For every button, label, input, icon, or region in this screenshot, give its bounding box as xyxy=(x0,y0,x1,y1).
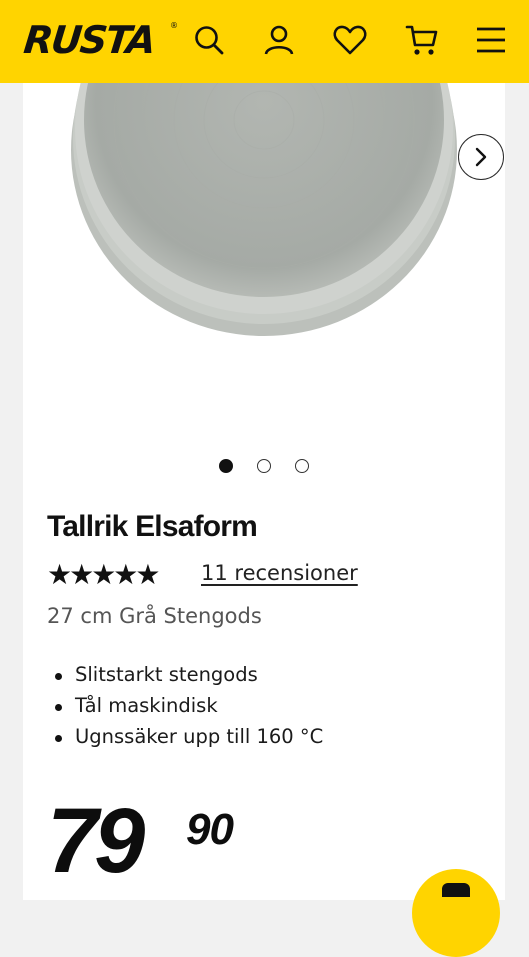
next-image-button[interactable] xyxy=(458,134,504,180)
registered-mark: ® xyxy=(170,21,178,30)
cart-button[interactable] xyxy=(402,20,442,60)
feature-item: Slitstarkt stengods xyxy=(53,660,323,691)
chat-button[interactable] xyxy=(412,869,500,957)
favorites-button[interactable] xyxy=(330,20,370,60)
gallery-dot-1[interactable] xyxy=(219,459,233,473)
menu-button[interactable] xyxy=(471,20,511,60)
site-header: RUSTA ® xyxy=(0,0,529,83)
chat-icon xyxy=(442,883,470,897)
account-button[interactable] xyxy=(259,20,299,60)
reviews-link[interactable]: 11 recensioner xyxy=(201,561,358,585)
gallery-dot-2[interactable] xyxy=(257,459,271,473)
menu-icon xyxy=(477,27,505,53)
feature-item: Ugnssäker upp till 160 °C xyxy=(53,722,323,753)
search-button[interactable] xyxy=(189,20,229,60)
rusta-logo[interactable]: RUSTA xyxy=(22,18,156,62)
product-card: Tallrik Elsaform ★★★★★ 11 recensioner 27… xyxy=(23,0,505,900)
gallery-dot-3[interactable] xyxy=(295,459,309,473)
product-subtitle: 27 cm Grå Stengods xyxy=(47,604,262,628)
gallery-pagination xyxy=(219,459,309,473)
price-integer: 79 xyxy=(47,790,145,892)
price-decimals: 90 xyxy=(186,805,234,854)
product-title: Tallrik Elsaform xyxy=(47,510,258,543)
feature-list: Slitstarkt stengods Tål maskindisk Ugnss… xyxy=(53,660,323,753)
rating-stars: ★★★★★ xyxy=(47,558,161,591)
account-icon xyxy=(264,25,294,55)
cart-icon xyxy=(405,25,438,55)
heart-icon xyxy=(333,25,367,55)
feature-item: Tål maskindisk xyxy=(53,691,323,722)
search-icon xyxy=(195,26,224,55)
chevron-right-icon xyxy=(475,147,487,167)
